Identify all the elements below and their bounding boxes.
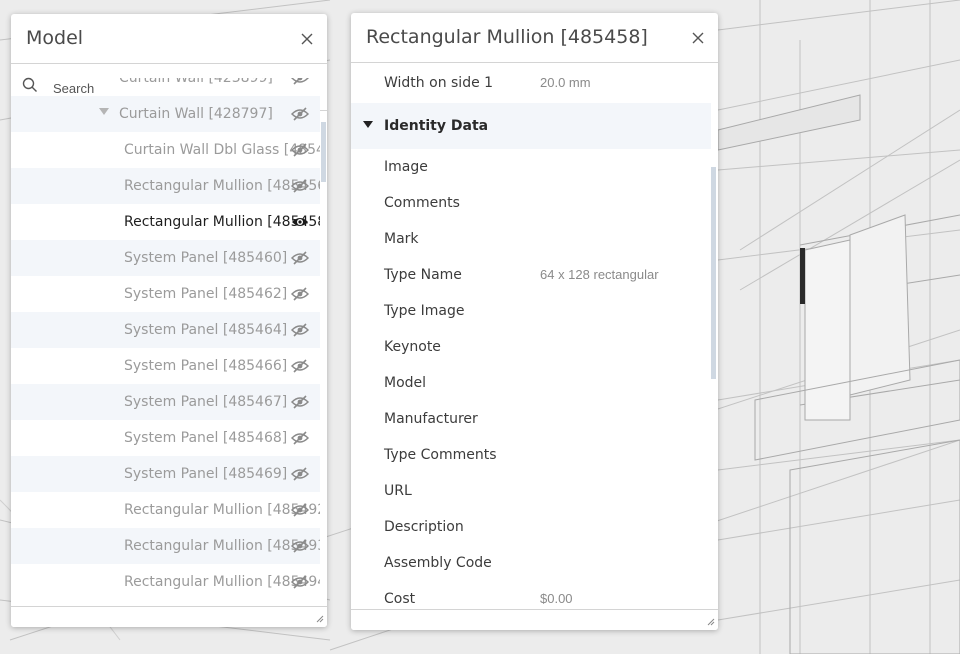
eye-hidden-icon[interactable] (291, 538, 309, 554)
eye-hidden-icon[interactable] (291, 430, 309, 446)
eye-hidden-icon[interactable] (291, 106, 309, 122)
properties-list: Width on side 1 20.0 mm Identity Data Im… (351, 65, 711, 610)
property-name: Model (384, 375, 427, 391)
properties-scrollbar[interactable] (711, 167, 716, 379)
property-row: Keynote (351, 329, 711, 365)
close-icon[interactable] (299, 31, 315, 47)
property-name: Description (384, 519, 464, 535)
tree-item[interactable]: Rectangular Mullion [485458] (11, 204, 320, 240)
property-row: Image (351, 149, 711, 185)
properties-title: Rectangular Mullion [485458] (366, 26, 648, 48)
eye-hidden-icon[interactable] (291, 502, 309, 518)
property-name: Manufacturer (384, 411, 478, 427)
property-name: Mark (384, 231, 419, 247)
tree-item[interactable]: System Panel [485462] (11, 276, 320, 312)
property-name: Type Image (384, 303, 465, 319)
property-row: Width on side 1 20.0 mm (351, 65, 711, 101)
tree-item[interactable]: System Panel [485460] (11, 240, 320, 276)
divider (351, 62, 718, 63)
property-row: Cost $0.00 (351, 581, 711, 610)
tree-item[interactable]: System Panel [485466] (11, 348, 320, 384)
category-identity-data[interactable]: Identity Data (351, 103, 711, 149)
resize-grip-icon[interactable] (705, 616, 715, 626)
tree-item-label: Curtain Wall [428797] (119, 106, 273, 122)
eye-hidden-icon[interactable] (291, 466, 309, 482)
property-name: Type Name (384, 267, 462, 283)
property-value: $0.00 (540, 591, 573, 606)
tree-item[interactable]: Curtain Wall Dbl Glass [485452] (11, 132, 320, 168)
eye-hidden-icon[interactable] (291, 78, 309, 86)
tree-item-label: System Panel [485468] (124, 430, 288, 446)
tree-item-label: System Panel [485464] (124, 322, 288, 338)
tree-item[interactable]: System Panel [485469] (11, 456, 320, 492)
tree-item-label: System Panel [485469] (124, 466, 288, 482)
property-name: Cost (384, 591, 416, 607)
properties-panel: Rectangular Mullion [485458] Width on si… (351, 13, 718, 630)
tree-item[interactable]: System Panel [485467] (11, 384, 320, 420)
tree-item[interactable]: Rectangular Mullion [485493] (11, 528, 320, 564)
property-row: Type Comments (351, 437, 711, 473)
tree-item[interactable]: Rectangular Mullion [485456] (11, 168, 320, 204)
property-value: 64 x 128 rectangular (540, 267, 659, 282)
tree-item-label: Curtain Wall [423899] (119, 78, 273, 86)
tree-item[interactable]: Rectangular Mullion [485494] (11, 564, 320, 600)
tree-item[interactable]: System Panel [485468] (11, 420, 320, 456)
caret-down-icon[interactable] (99, 108, 109, 116)
model-browser-title: Model (26, 27, 84, 49)
tree-item-label: System Panel [485466] (124, 358, 288, 374)
eye-hidden-icon[interactable] (291, 286, 309, 302)
tree-scrollbar[interactable] (321, 122, 326, 182)
tree-item[interactable]: Curtain Wall [428797] (11, 96, 320, 132)
property-row: Type Image (351, 293, 711, 329)
property-name: URL (384, 483, 412, 499)
eye-hidden-icon[interactable] (291, 358, 309, 374)
property-row: Mark (351, 221, 711, 257)
property-row: Model (351, 365, 711, 401)
tree-item-label: System Panel [485467] (124, 394, 288, 410)
eye-hidden-icon[interactable] (291, 574, 309, 590)
category-label: Identity Data (384, 118, 489, 134)
property-value: 20.0 mm (540, 75, 591, 90)
property-name: Keynote (384, 339, 441, 355)
caret-down-icon (363, 121, 373, 128)
tree-item-label: System Panel [485460] (124, 250, 288, 266)
property-name: Comments (384, 195, 460, 211)
property-row: Manufacturer (351, 401, 711, 437)
property-name: Image (384, 159, 428, 175)
eye-hidden-icon[interactable] (291, 178, 309, 194)
model-tree: Curtain Wall [423899] Curtain Wall [42879… (11, 78, 320, 606)
property-row: URL (351, 473, 711, 509)
model-browser-panel: Model Curtain Wall [423899]Curtain Wall … (11, 14, 327, 627)
property-row: Description (351, 509, 711, 545)
property-row: Type Name 64 x 128 rectangular (351, 257, 711, 293)
tree-item-label: System Panel [485462] (124, 286, 288, 302)
model-browser-footer (11, 606, 327, 627)
property-name: Type Comments (384, 447, 497, 463)
tree-item[interactable]: System Panel [485464] (11, 312, 320, 348)
properties-footer (351, 609, 718, 630)
eye-hidden-icon[interactable] (291, 250, 309, 266)
property-name: Width on side 1 (384, 75, 494, 91)
tree-item[interactable]: Curtain Wall [423899] (11, 78, 320, 96)
close-icon[interactable] (690, 30, 706, 46)
eye-icon[interactable] (291, 214, 309, 230)
resize-grip-icon[interactable] (314, 613, 324, 623)
property-name: Assembly Code (384, 555, 492, 571)
eye-hidden-icon[interactable] (291, 322, 309, 338)
eye-hidden-icon[interactable] (291, 394, 309, 410)
tree-item[interactable]: Rectangular Mullion [485492] (11, 492, 320, 528)
property-row: Assembly Code (351, 545, 711, 581)
eye-hidden-icon[interactable] (291, 142, 309, 158)
property-row: Comments (351, 185, 711, 221)
